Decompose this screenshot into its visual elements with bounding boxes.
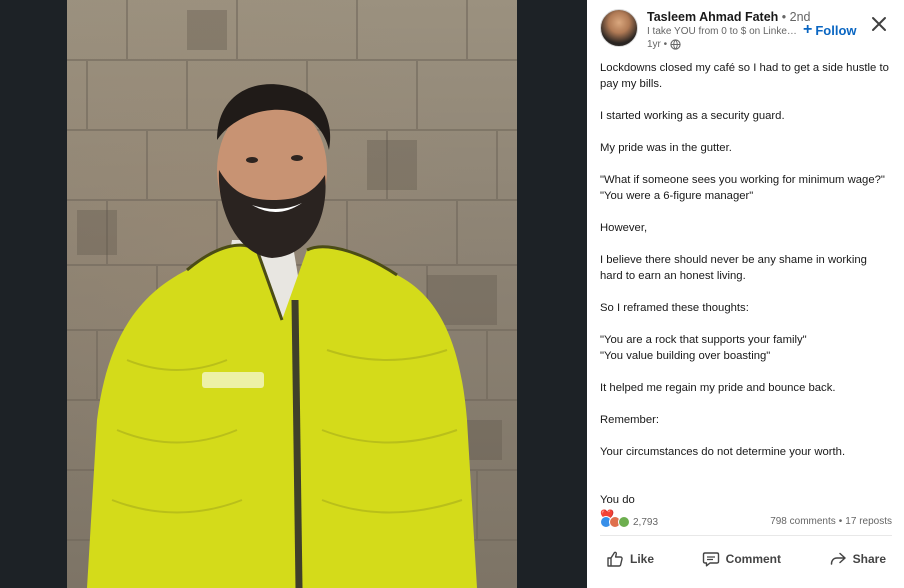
reaction-count: 2,793 — [633, 516, 659, 528]
reactions-summary[interactable]: 2,793 — [600, 516, 658, 528]
post-paragraph: My pride was in the gutter. — [600, 142, 732, 154]
post-paragraph: Your circumstances do not determine your… — [600, 446, 846, 458]
author-name[interactable]: Tasleem Ahmad Fateh — [647, 10, 778, 24]
share-arrow-icon — [830, 552, 846, 565]
author-name-line[interactable]: Tasleem Ahmad Fateh • 2nd — [647, 10, 811, 24]
reposts-count[interactable]: 17 reposts — [845, 516, 892, 527]
post-actions: Like Comment Share — [600, 545, 892, 573]
comments-count[interactable]: 798 comments — [770, 516, 836, 527]
globe-icon — [670, 39, 681, 50]
follow-button[interactable]: + Follow — [803, 21, 857, 39]
post-photo[interactable] — [67, 0, 517, 588]
post-paragraph: However, — [600, 222, 648, 234]
comment-button[interactable]: Comment — [696, 546, 787, 572]
post-viewer: Tasleem Ahmad Fateh • 2nd I take YOU fro… — [0, 0, 904, 588]
share-label: Share — [852, 552, 886, 566]
close-icon[interactable] — [869, 14, 889, 34]
photo-pane — [0, 0, 587, 588]
post-header: Tasleem Ahmad Fateh • 2nd I take YOU fro… — [587, 0, 904, 56]
actions-divider — [600, 535, 892, 536]
follow-label: Follow — [815, 22, 857, 38]
plus-icon: + — [803, 21, 813, 38]
post-paragraph: It helped me regain my pride and bounce … — [600, 382, 836, 394]
closing-text: You do — [600, 494, 635, 506]
photo-illustration — [67, 0, 517, 588]
post-paragraph: "You are a rock that supports your famil… — [600, 334, 807, 362]
post-paragraph: I started working as a security guard. — [600, 110, 785, 122]
count-separator: • — [838, 516, 843, 527]
share-button[interactable]: Share — [823, 546, 892, 572]
post-paragraph: Remember: — [600, 414, 660, 426]
post-paragraph: Lockdowns closed my café so I had to get… — [600, 62, 889, 90]
comment-icon — [702, 552, 719, 567]
post-paragraph: "What if someone sees you working for mi… — [600, 174, 885, 202]
support-reaction-icon — [618, 516, 630, 528]
like-button[interactable]: Like — [600, 546, 660, 572]
post-time: 1yr • — [647, 39, 668, 50]
post-paragraph: So I reframed these thoughts: — [600, 302, 749, 314]
author-avatar[interactable] — [600, 9, 638, 47]
post-meta: 1yr • — [647, 39, 681, 50]
thumbs-up-icon — [607, 551, 623, 567]
like-label: Like — [630, 552, 655, 566]
comment-label: Comment — [725, 552, 781, 566]
post-panel: Tasleem Ahmad Fateh • 2nd I take YOU fro… — [587, 0, 904, 588]
social-counts: 2,793 798 comments • 17 reposts — [600, 514, 892, 530]
author-headline: I take YOU from 0 to $ on LinkedIn — [647, 26, 799, 37]
engagement-counts: 798 comments • 17 reposts — [770, 516, 892, 527]
post-text: Lockdowns closed my café so I had to get… — [600, 60, 892, 524]
post-paragraph: I believe there should never be any sham… — [600, 254, 867, 282]
